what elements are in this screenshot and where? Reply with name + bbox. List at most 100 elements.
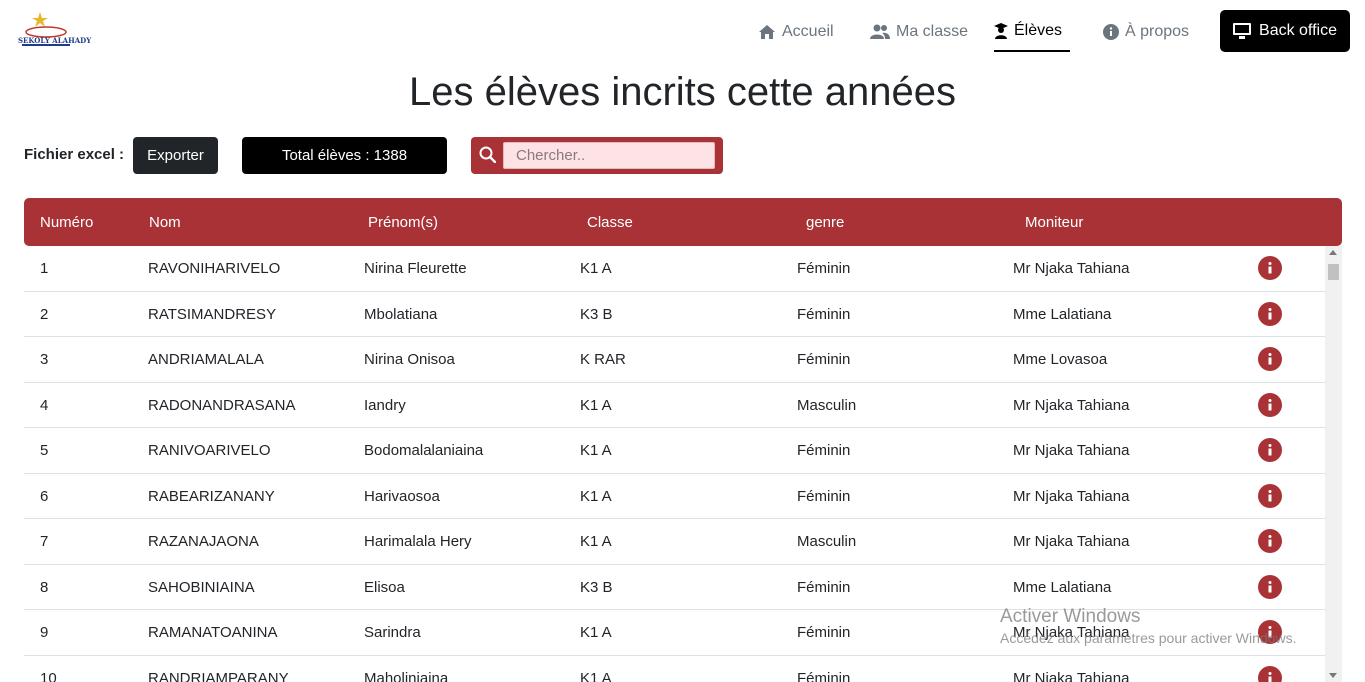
cell-class: K RAR bbox=[580, 351, 626, 368]
cell-monitor: Mr Njaka Tahiana bbox=[1013, 260, 1130, 277]
cell-number: 7 bbox=[40, 533, 49, 550]
cell-last-name: ANDRIAMALALA bbox=[148, 351, 264, 368]
back-office-button[interactable]: Back office bbox=[1220, 10, 1350, 52]
table-row: 1 RAVONIHARIVELO Nirina Fleurette K1 A F… bbox=[24, 246, 1325, 292]
cell-last-name: SAHOBINIAINA bbox=[148, 578, 255, 596]
users-icon bbox=[870, 24, 890, 39]
total-students-badge: Total élèves : 1388 bbox=[242, 137, 447, 174]
cell-monitor: Mr Njaka Tahiana bbox=[1013, 487, 1130, 505]
cell-number: 3 bbox=[40, 351, 49, 368]
cell-class: K1 A bbox=[580, 533, 612, 550]
info-icon[interactable] bbox=[1258, 574, 1282, 599]
cell-last-name: RADONANDRASANA bbox=[148, 396, 296, 414]
cell-monitor: Mr Njaka Tahiana bbox=[1013, 669, 1130, 682]
cell-number: 1 bbox=[40, 260, 49, 277]
cell-monitor: Mme Lalatiana bbox=[1013, 578, 1112, 596]
cell-gender: Féminin bbox=[797, 305, 851, 323]
nav-about[interactable]: À propos bbox=[1103, 20, 1189, 44]
table-scrollbar[interactable] bbox=[1325, 246, 1342, 682]
cell-last-name: RANDRIAMPARANY bbox=[148, 669, 289, 682]
header-last-name[interactable]: Nom bbox=[149, 214, 181, 231]
school-logo[interactable]: SEKOLY ALAHADY bbox=[18, 10, 92, 50]
table-row: 3 ANDRIAMALALA Nirina Onisoa K RAR Fémin… bbox=[24, 337, 1325, 383]
table-row: 5 RANIVOARIVELO Bodomalalaniaina K1 A Fé… bbox=[24, 428, 1325, 474]
export-button[interactable]: Exporter bbox=[133, 137, 218, 174]
table-row: 8 SAHOBINIAINA Elisoa K3 B Féminin Mme L… bbox=[24, 565, 1325, 610]
cell-first-names: Bodomalalaniaina bbox=[364, 442, 484, 459]
cell-monitor: Mr Njaka Tahiana bbox=[1013, 442, 1130, 459]
cell-number: 4 bbox=[40, 396, 49, 414]
cell-number: 2 bbox=[40, 305, 49, 323]
cell-class: K1 A bbox=[580, 487, 612, 505]
cell-first-names: Elisoa bbox=[364, 578, 405, 596]
info-icon[interactable] bbox=[1258, 392, 1282, 417]
search-icon bbox=[479, 146, 496, 163]
cell-class: K3 B bbox=[580, 578, 613, 596]
cell-number: 10 bbox=[40, 669, 57, 682]
cell-first-names: Mbolatiana bbox=[364, 305, 438, 323]
cell-monitor: Mme Lovasoa bbox=[1013, 351, 1108, 368]
search-input[interactable] bbox=[503, 142, 715, 169]
info-icon[interactable] bbox=[1258, 620, 1282, 644]
header-number[interactable]: Numéro bbox=[40, 214, 93, 231]
scrollbar-thumb[interactable] bbox=[1328, 264, 1339, 280]
table-header: Numéro Nom Prénom(s) Classe genre Monite… bbox=[24, 198, 1342, 246]
nav-home-label: Accueil bbox=[782, 23, 834, 40]
header-class[interactable]: Classe bbox=[587, 214, 633, 231]
cell-last-name: RAVONIHARIVELO bbox=[148, 260, 281, 277]
nav-my-class-label: Ma classe bbox=[896, 23, 969, 40]
info-icon[interactable] bbox=[1258, 347, 1282, 371]
table-row: 4 RADONANDRASANA Iandry K1 A Masculin Mr… bbox=[24, 383, 1325, 428]
table-row: 6 RABEARIZANANY Harivaosoa K1 A Féminin … bbox=[24, 474, 1325, 519]
header-monitor[interactable]: Moniteur bbox=[1025, 214, 1083, 231]
header-gender[interactable]: genre bbox=[806, 214, 844, 231]
cell-number: 5 bbox=[40, 442, 49, 459]
scroll-up-arrow-icon[interactable] bbox=[1329, 250, 1337, 255]
table-row: 10 RANDRIAMPARANY Maholiniaina K1 A Fémi… bbox=[24, 656, 1325, 682]
nav-home[interactable]: Accueil bbox=[758, 20, 834, 44]
graduate-icon bbox=[994, 23, 1008, 39]
nav-my-class[interactable]: Ma classe bbox=[870, 20, 968, 44]
cell-gender: Féminin bbox=[797, 442, 851, 459]
cell-monitor: Mr Njaka Tahiana bbox=[1013, 624, 1130, 641]
cell-first-names: Sarindra bbox=[364, 624, 421, 641]
cell-first-names: Maholiniaina bbox=[364, 669, 449, 682]
cell-last-name: RAZANAJAONA bbox=[148, 533, 259, 550]
nav-students-label: Élèves bbox=[1014, 22, 1063, 39]
cell-first-names: Harimalala Hery bbox=[364, 533, 472, 550]
header-first-names[interactable]: Prénom(s) bbox=[368, 214, 438, 231]
info-icon[interactable] bbox=[1258, 665, 1282, 682]
nav-students[interactable]: Élèves bbox=[994, 20, 1071, 52]
scroll-down-arrow-icon[interactable] bbox=[1329, 673, 1337, 678]
cell-gender: Féminin bbox=[797, 624, 851, 641]
info-icon[interactable] bbox=[1258, 529, 1282, 553]
cell-number: 8 bbox=[40, 578, 49, 596]
cell-class: K3 B bbox=[580, 305, 613, 323]
cell-class: K1 A bbox=[580, 442, 612, 459]
logo-text: SEKOLY ALAHADY bbox=[18, 36, 92, 45]
cell-monitor: Mr Njaka Tahiana bbox=[1013, 533, 1130, 550]
back-office-label: Back office bbox=[1259, 22, 1337, 39]
page-title: Les élèves incrits cette années bbox=[409, 70, 956, 114]
students-table-body[interactable]: 1 RAVONIHARIVELO Nirina Fleurette K1 A F… bbox=[24, 246, 1342, 682]
info-icon[interactable] bbox=[1258, 301, 1282, 326]
table-row: 2 RATSIMANDRESY Mbolatiana K3 B Féminin … bbox=[24, 292, 1325, 337]
cell-last-name: RABEARIZANANY bbox=[148, 487, 275, 505]
cell-class: K1 A bbox=[580, 260, 612, 277]
cell-gender: Masculin bbox=[797, 396, 857, 414]
cell-first-names: Nirina Fleurette bbox=[364, 260, 467, 277]
info-icon[interactable] bbox=[1258, 483, 1282, 508]
desktop-icon bbox=[1233, 23, 1252, 39]
nav-about-label: À propos bbox=[1125, 23, 1190, 40]
info-icon[interactable] bbox=[1258, 256, 1282, 280]
cell-number: 6 bbox=[40, 487, 49, 505]
cell-first-names: Nirina Onisoa bbox=[364, 351, 455, 368]
home-icon bbox=[759, 25, 775, 39]
cell-class: K1 A bbox=[580, 396, 612, 414]
cell-gender: Féminin bbox=[797, 487, 851, 505]
search-box bbox=[471, 137, 723, 174]
cell-last-name: RANIVOARIVELO bbox=[148, 442, 271, 459]
cell-gender: Féminin bbox=[797, 669, 851, 682]
info-icon[interactable] bbox=[1258, 438, 1282, 462]
cell-gender: Masculin bbox=[797, 533, 857, 550]
